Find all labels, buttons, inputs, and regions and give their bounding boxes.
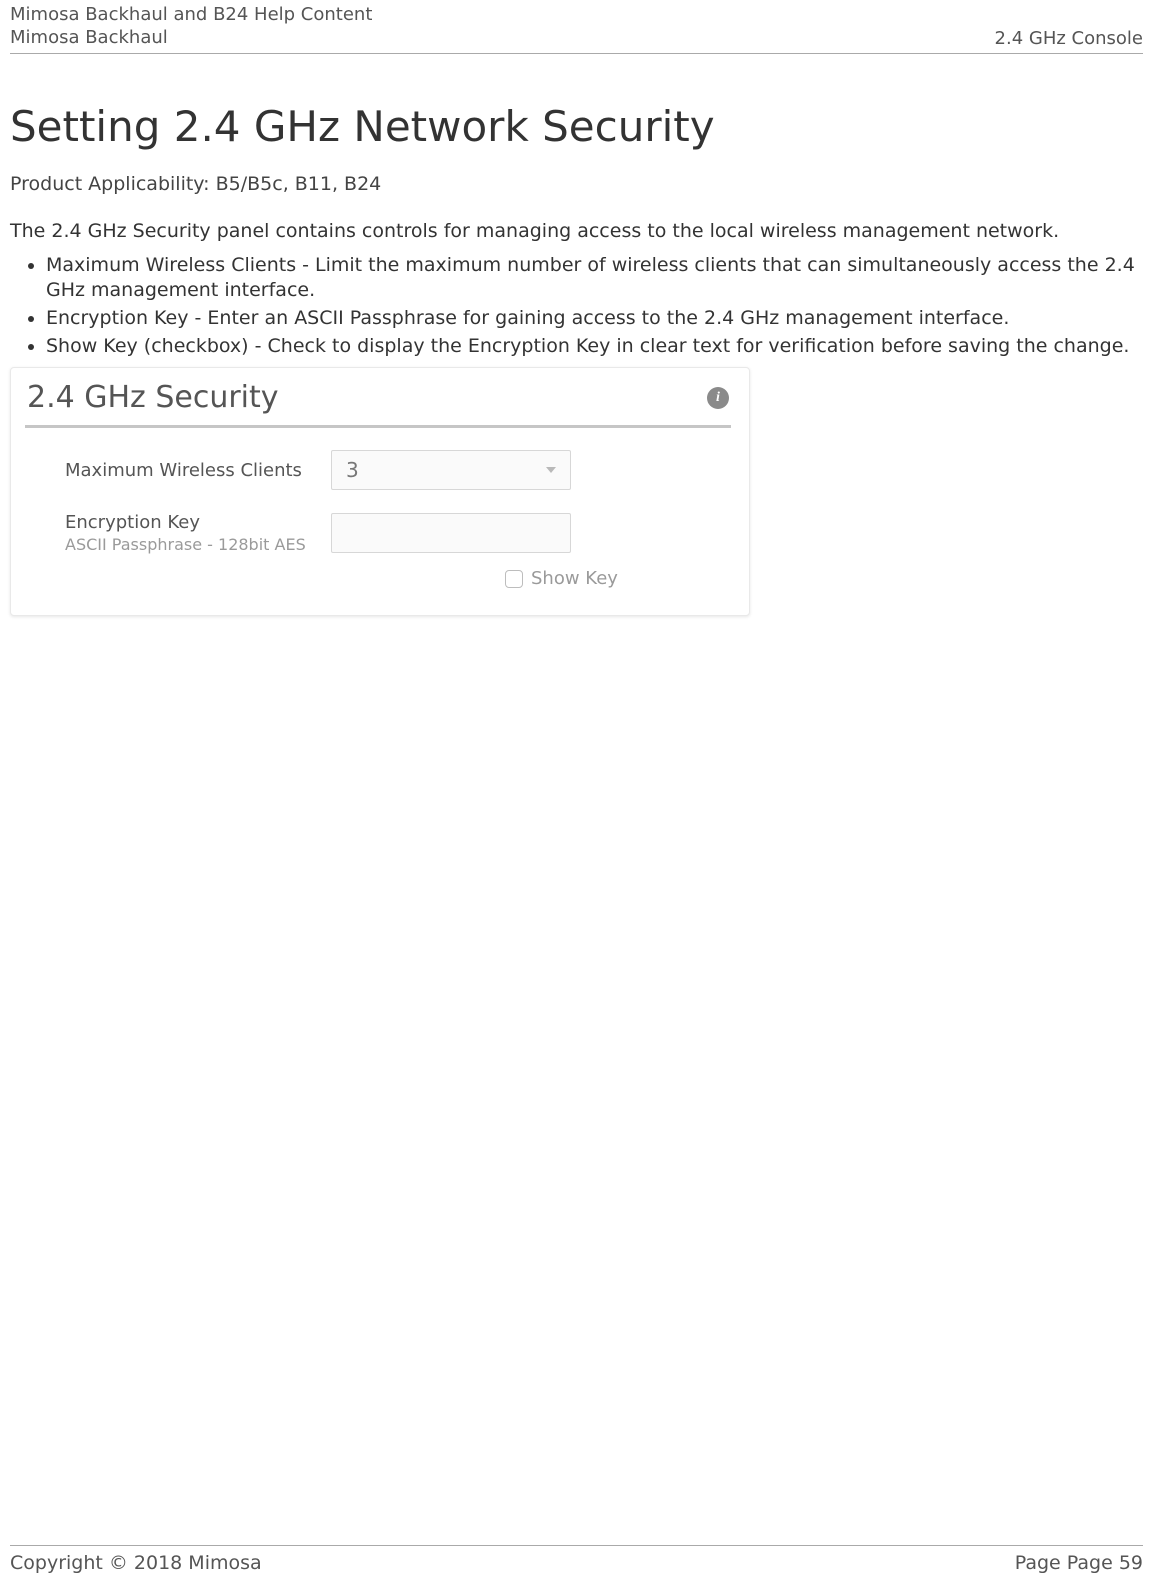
show-key-checkbox[interactable] xyxy=(505,570,523,588)
encryption-key-sublabel: ASCII Passphrase - 128bit AES xyxy=(65,535,331,554)
page-header: Mimosa Backhaul and B24 Help Content Mim… xyxy=(10,0,1143,49)
page-footer: Copyright © 2018 Mimosa Page Page 59 xyxy=(10,1545,1143,1574)
header-title-line1: Mimosa Backhaul and B24 Help Content xyxy=(10,4,372,27)
product-applicability: Product Applicability: B5/B5c, B11, B24 xyxy=(10,173,1143,195)
info-icon[interactable]: i xyxy=(707,387,729,409)
chevron-down-icon xyxy=(546,467,556,473)
encryption-key-label: Encryption Key xyxy=(65,512,200,533)
security-panel: 2.4 GHz Security i Maximum Wireless Clie… xyxy=(10,367,750,616)
page-title: Setting 2.4 GHz Network Security xyxy=(10,102,1143,151)
encryption-key-input[interactable] xyxy=(331,513,571,553)
max-clients-value: 3 xyxy=(346,458,359,482)
header-title-line2: Mimosa Backhaul xyxy=(10,27,372,50)
footer-divider xyxy=(10,1545,1143,1546)
list-item: Show Key (checkbox) - Check to display t… xyxy=(46,334,1143,360)
max-clients-label: Maximum Wireless Clients xyxy=(65,460,331,481)
panel-title: 2.4 GHz Security xyxy=(27,380,279,415)
list-item: Maximum Wireless Clients - Limit the max… xyxy=(46,253,1143,304)
intro-paragraph: The 2.4 GHz Security panel contains cont… xyxy=(10,219,1143,245)
footer-page-number: Page Page 59 xyxy=(1015,1552,1143,1574)
show-key-label: Show Key xyxy=(531,568,618,589)
max-clients-select[interactable]: 3 xyxy=(331,450,571,490)
footer-copyright: Copyright © 2018 Mimosa xyxy=(10,1552,262,1574)
header-section-label: 2.4 GHz Console xyxy=(995,28,1143,49)
list-item: Encryption Key - Enter an ASCII Passphra… xyxy=(46,306,1143,332)
